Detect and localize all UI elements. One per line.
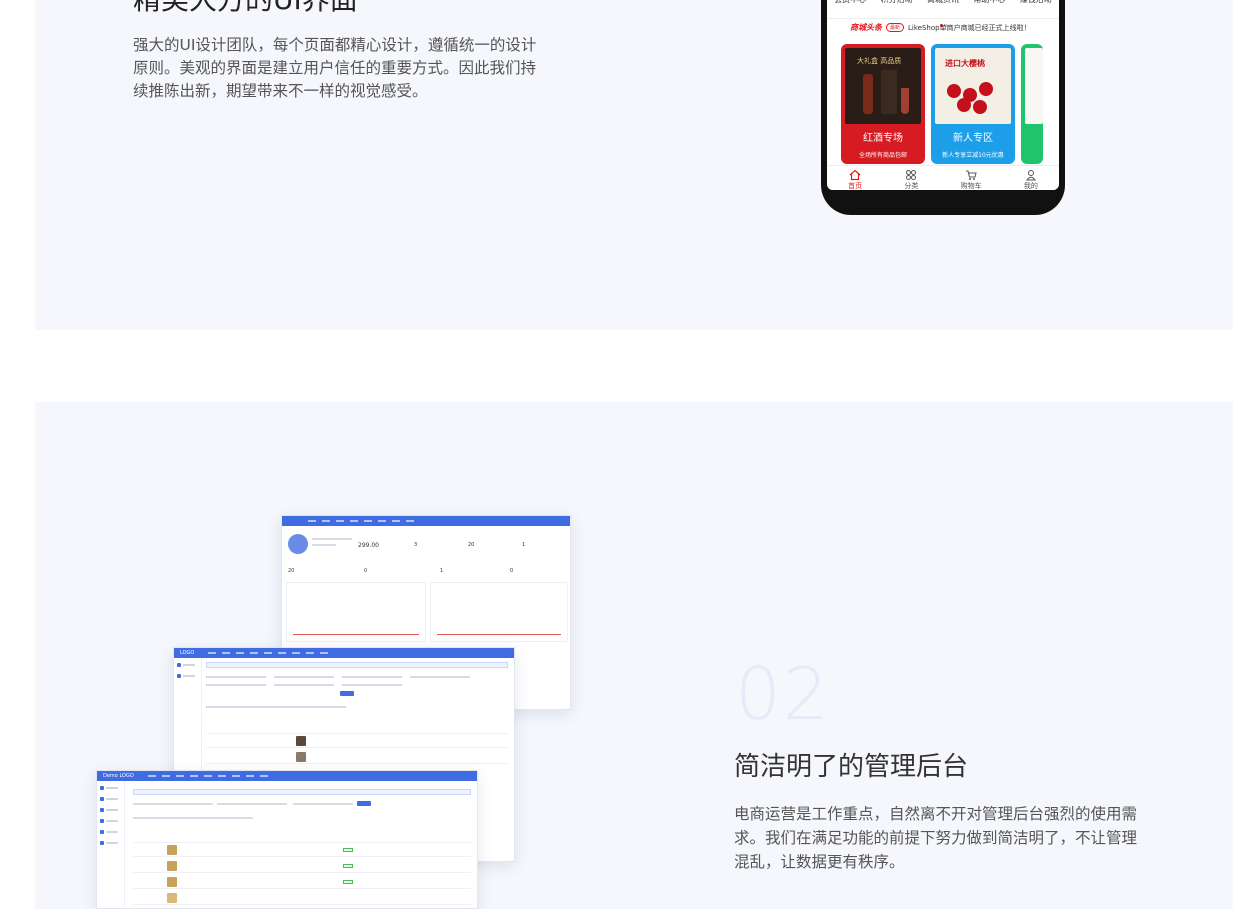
cherry-image: 进口大樱桃 <box>935 48 1011 124</box>
tab-label: 分类 <box>904 182 919 190</box>
stat-value: 20 <box>288 568 295 574</box>
table-row <box>206 734 508 748</box>
user-icon <box>1025 170 1036 181</box>
cart-icon <box>966 170 977 180</box>
tab-label: 购物车 <box>960 182 982 190</box>
promo-cards: 大礼盒 高品质 红酒专场 全场所有商品包邮 进口大樱桃 新人专区 新人专享立减1… <box>841 44 1043 164</box>
promo-image <box>1025 48 1043 124</box>
promo-card-label: 红酒专场 <box>863 133 903 144</box>
search-button[interactable] <box>340 691 354 696</box>
wine-image: 大礼盒 高品质 <box>845 48 921 124</box>
phone-mockup: 会员中心 积分活动 商城资讯 帮助中心 赚钱活动 商城头条 最新 LikeSho… <box>821 0 1065 215</box>
table-row <box>206 720 508 734</box>
stat-value: 1 <box>522 542 526 548</box>
promo-card-label: 新人专区 <box>953 133 993 144</box>
cherry-image-text: 进口大樱桃 <box>945 59 985 68</box>
admin-sidebar <box>97 781 125 908</box>
promo-card-sub: 全场所有商品包邮 <box>858 152 907 159</box>
phone-screen: 会员中心 积分活动 商城资讯 帮助中心 赚钱活动 商城头条 最新 LikeSho… <box>827 0 1059 190</box>
stat-value: 299.00 <box>358 542 379 549</box>
tab-cart[interactable]: 购物车 <box>961 166 982 190</box>
admin-logo: LOGO <box>180 650 195 656</box>
admin-orders-screenshot: Demo LOGO <box>96 770 478 909</box>
feature-panel-ui: 精美大方的UI界面 强大的UI设计团队，每个页面都精心设计，遵循统一的设计原则。… <box>35 0 1233 330</box>
headline-brand: 商城头条 <box>850 23 882 32</box>
table-row <box>206 750 508 764</box>
tab-profile[interactable]: 我的 <box>1024 166 1038 190</box>
admin-top-bar <box>282 516 570 526</box>
promo-card-partial[interactable] <box>1021 44 1043 164</box>
home-icon <box>849 169 861 181</box>
promo-card-wine[interactable]: 大礼盒 高品质 红酒专场 全场所有商品包邮 <box>841 44 925 164</box>
phone-top-nav: 会员中心 积分活动 商城资讯 帮助中心 赚钱活动 <box>827 0 1059 18</box>
promo-card-sub: 新人专享立减10元优惠 <box>942 152 1004 159</box>
tab-home[interactable]: 首页 <box>848 166 862 190</box>
category-icon <box>906 170 917 180</box>
headline-tag: 最新 <box>886 23 905 32</box>
nav-item[interactable]: 帮助中心 <box>973 0 1005 18</box>
carousel-dots <box>940 12 952 27</box>
admin-top-bar: Demo LOGO <box>97 771 477 781</box>
table-row <box>133 859 471 873</box>
notice-bar <box>206 662 508 668</box>
feature-panel-admin: 299.00 3 20 1 20 0 1 0 LOGO Demo LOGO 02… <box>35 402 1233 909</box>
tab-label: 我的 <box>1023 182 1038 190</box>
tab-category[interactable]: 分类 <box>904 166 918 190</box>
stat-value: 0 <box>510 568 514 574</box>
sales-chart <box>286 582 426 642</box>
stat-value: 20 <box>468 542 475 548</box>
notice-bar <box>133 789 471 795</box>
promo-card-new[interactable]: 进口大樱桃 新人专区 新人专享立减10元优惠 <box>931 44 1015 164</box>
table-row <box>133 875 471 889</box>
tab-label: 首页 <box>848 182 863 190</box>
phone-bottom-nav: 首页 分类 购物车 我的 <box>827 165 1059 190</box>
table-row <box>133 891 471 905</box>
stat-value: 1 <box>440 568 444 574</box>
table-row <box>133 843 471 857</box>
headline-text: LikeShop单商户商城已经正式上线啦！ <box>908 23 1031 32</box>
admin-top-bar: LOGO <box>174 648 514 658</box>
news-headline[interactable]: 商城头条 最新 LikeShop单商户商城已经正式上线啦！ <box>827 18 1059 36</box>
store-avatar <box>288 534 308 554</box>
search-button[interactable] <box>357 801 371 806</box>
section-description: 强大的UI设计团队，每个页面都精心设计，遵循统一的设计原则。美观的界面是建立用户… <box>133 36 537 100</box>
stat-value: 3 <box>414 542 418 548</box>
admin-logo: Demo LOGO <box>103 773 134 779</box>
section-title: 精美大方的UI界面 <box>133 0 358 18</box>
visits-chart <box>430 582 568 642</box>
section-description: 电商运营是工作重点，自然离不开对管理后台强烈的使用需求。我们在满足功能的前提下努… <box>734 805 1138 871</box>
wine-image-text: 大礼盒 高品质 <box>857 57 902 65</box>
nav-item[interactable]: 商城资讯 <box>927 0 959 18</box>
stat-value: 0 <box>364 568 368 574</box>
nav-item[interactable]: 积分活动 <box>881 0 913 18</box>
nav-item[interactable]: 会员中心 <box>834 0 866 18</box>
section-number: 02 <box>735 652 831 736</box>
table-row <box>133 829 471 843</box>
nav-item[interactable]: 赚钱活动 <box>1020 0 1052 18</box>
section-title: 简洁明了的管理后台 <box>734 752 969 782</box>
